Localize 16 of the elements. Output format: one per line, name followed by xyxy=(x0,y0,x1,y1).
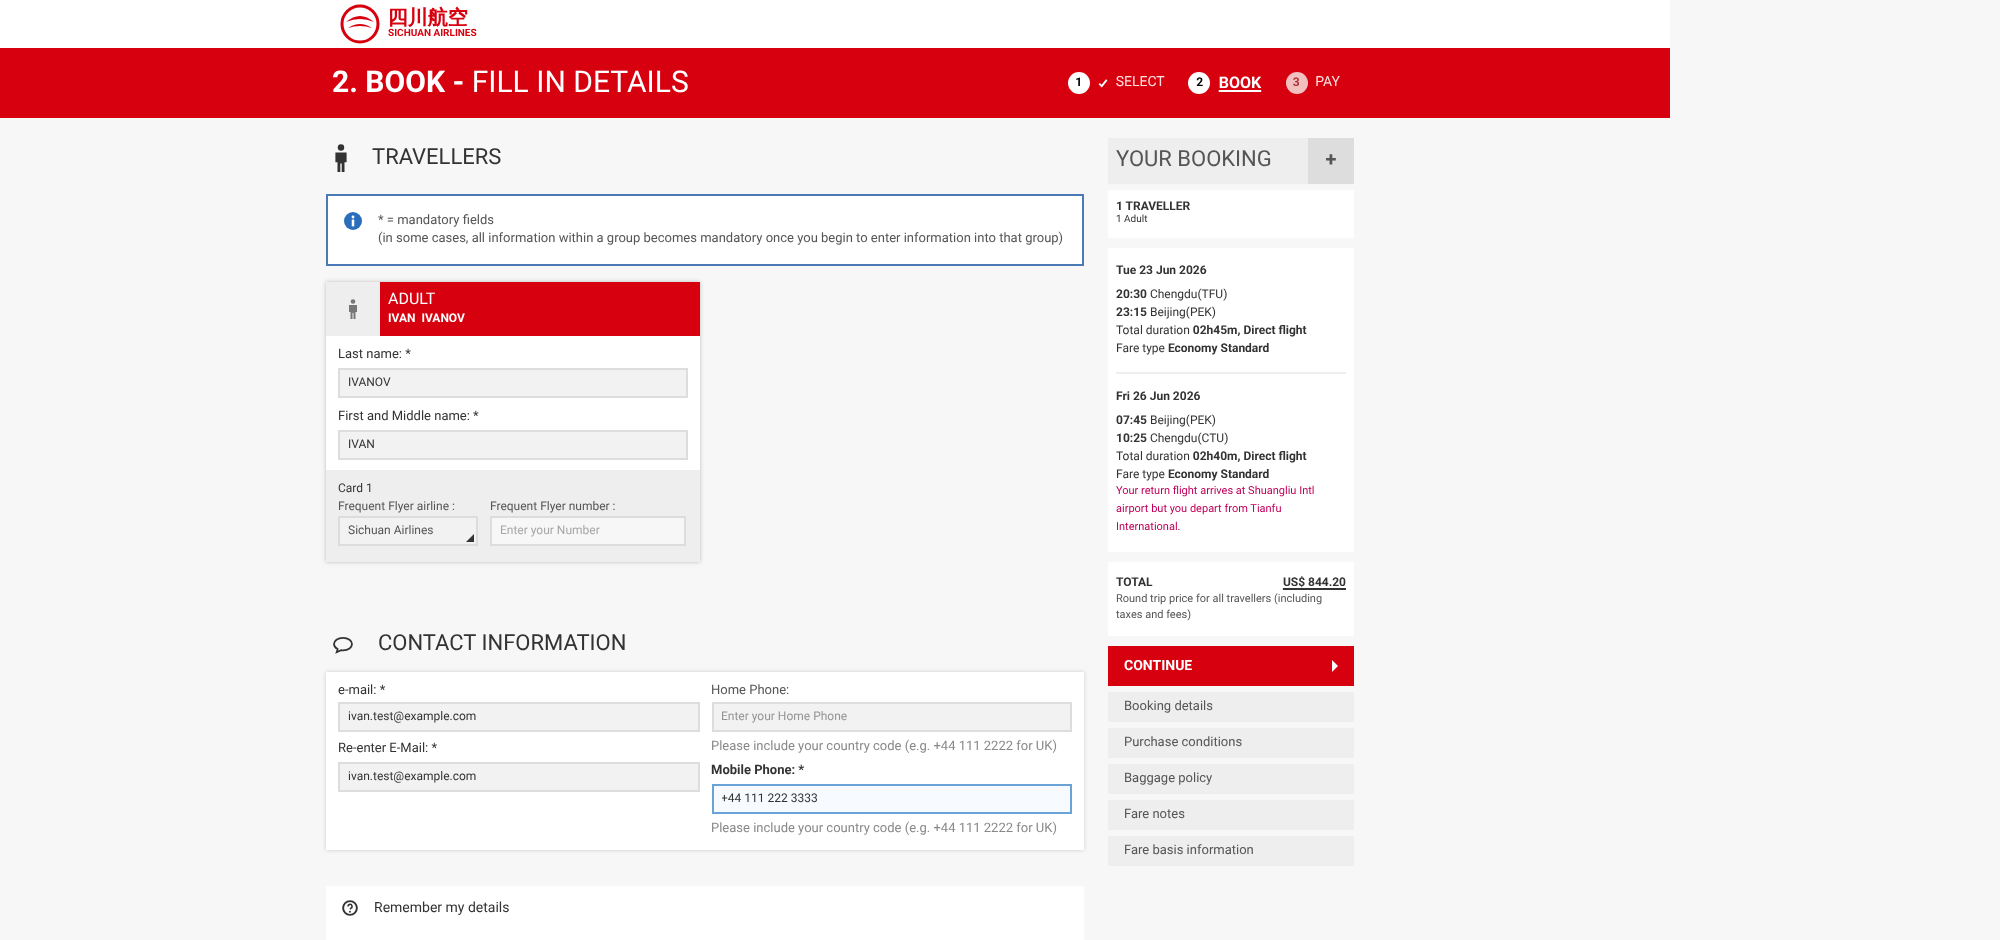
resize-corner-icon xyxy=(466,533,474,541)
section-heading: TRAVELLERS xyxy=(372,141,502,174)
play-arrow-icon xyxy=(1332,660,1338,672)
info-icon xyxy=(344,212,362,230)
brand-chinese-name: 四川航空 xyxy=(388,9,468,29)
person-icon xyxy=(334,144,348,172)
booking-heading: YOUR BOOKING xyxy=(1114,144,1274,177)
passenger-type: ADULT xyxy=(388,290,438,310)
expand-button[interactable]: + xyxy=(1308,138,1354,184)
section-heading: CONTACT INFORMATION xyxy=(378,628,627,661)
question-icon xyxy=(342,899,358,916)
check-icon xyxy=(1097,78,1108,88)
page-title: 2. BOOK - FILL IN DETAILS xyxy=(332,62,691,105)
speech-bubble-icon xyxy=(332,636,354,654)
person-icon xyxy=(348,298,358,320)
step-label: BOOK xyxy=(1218,71,1262,95)
